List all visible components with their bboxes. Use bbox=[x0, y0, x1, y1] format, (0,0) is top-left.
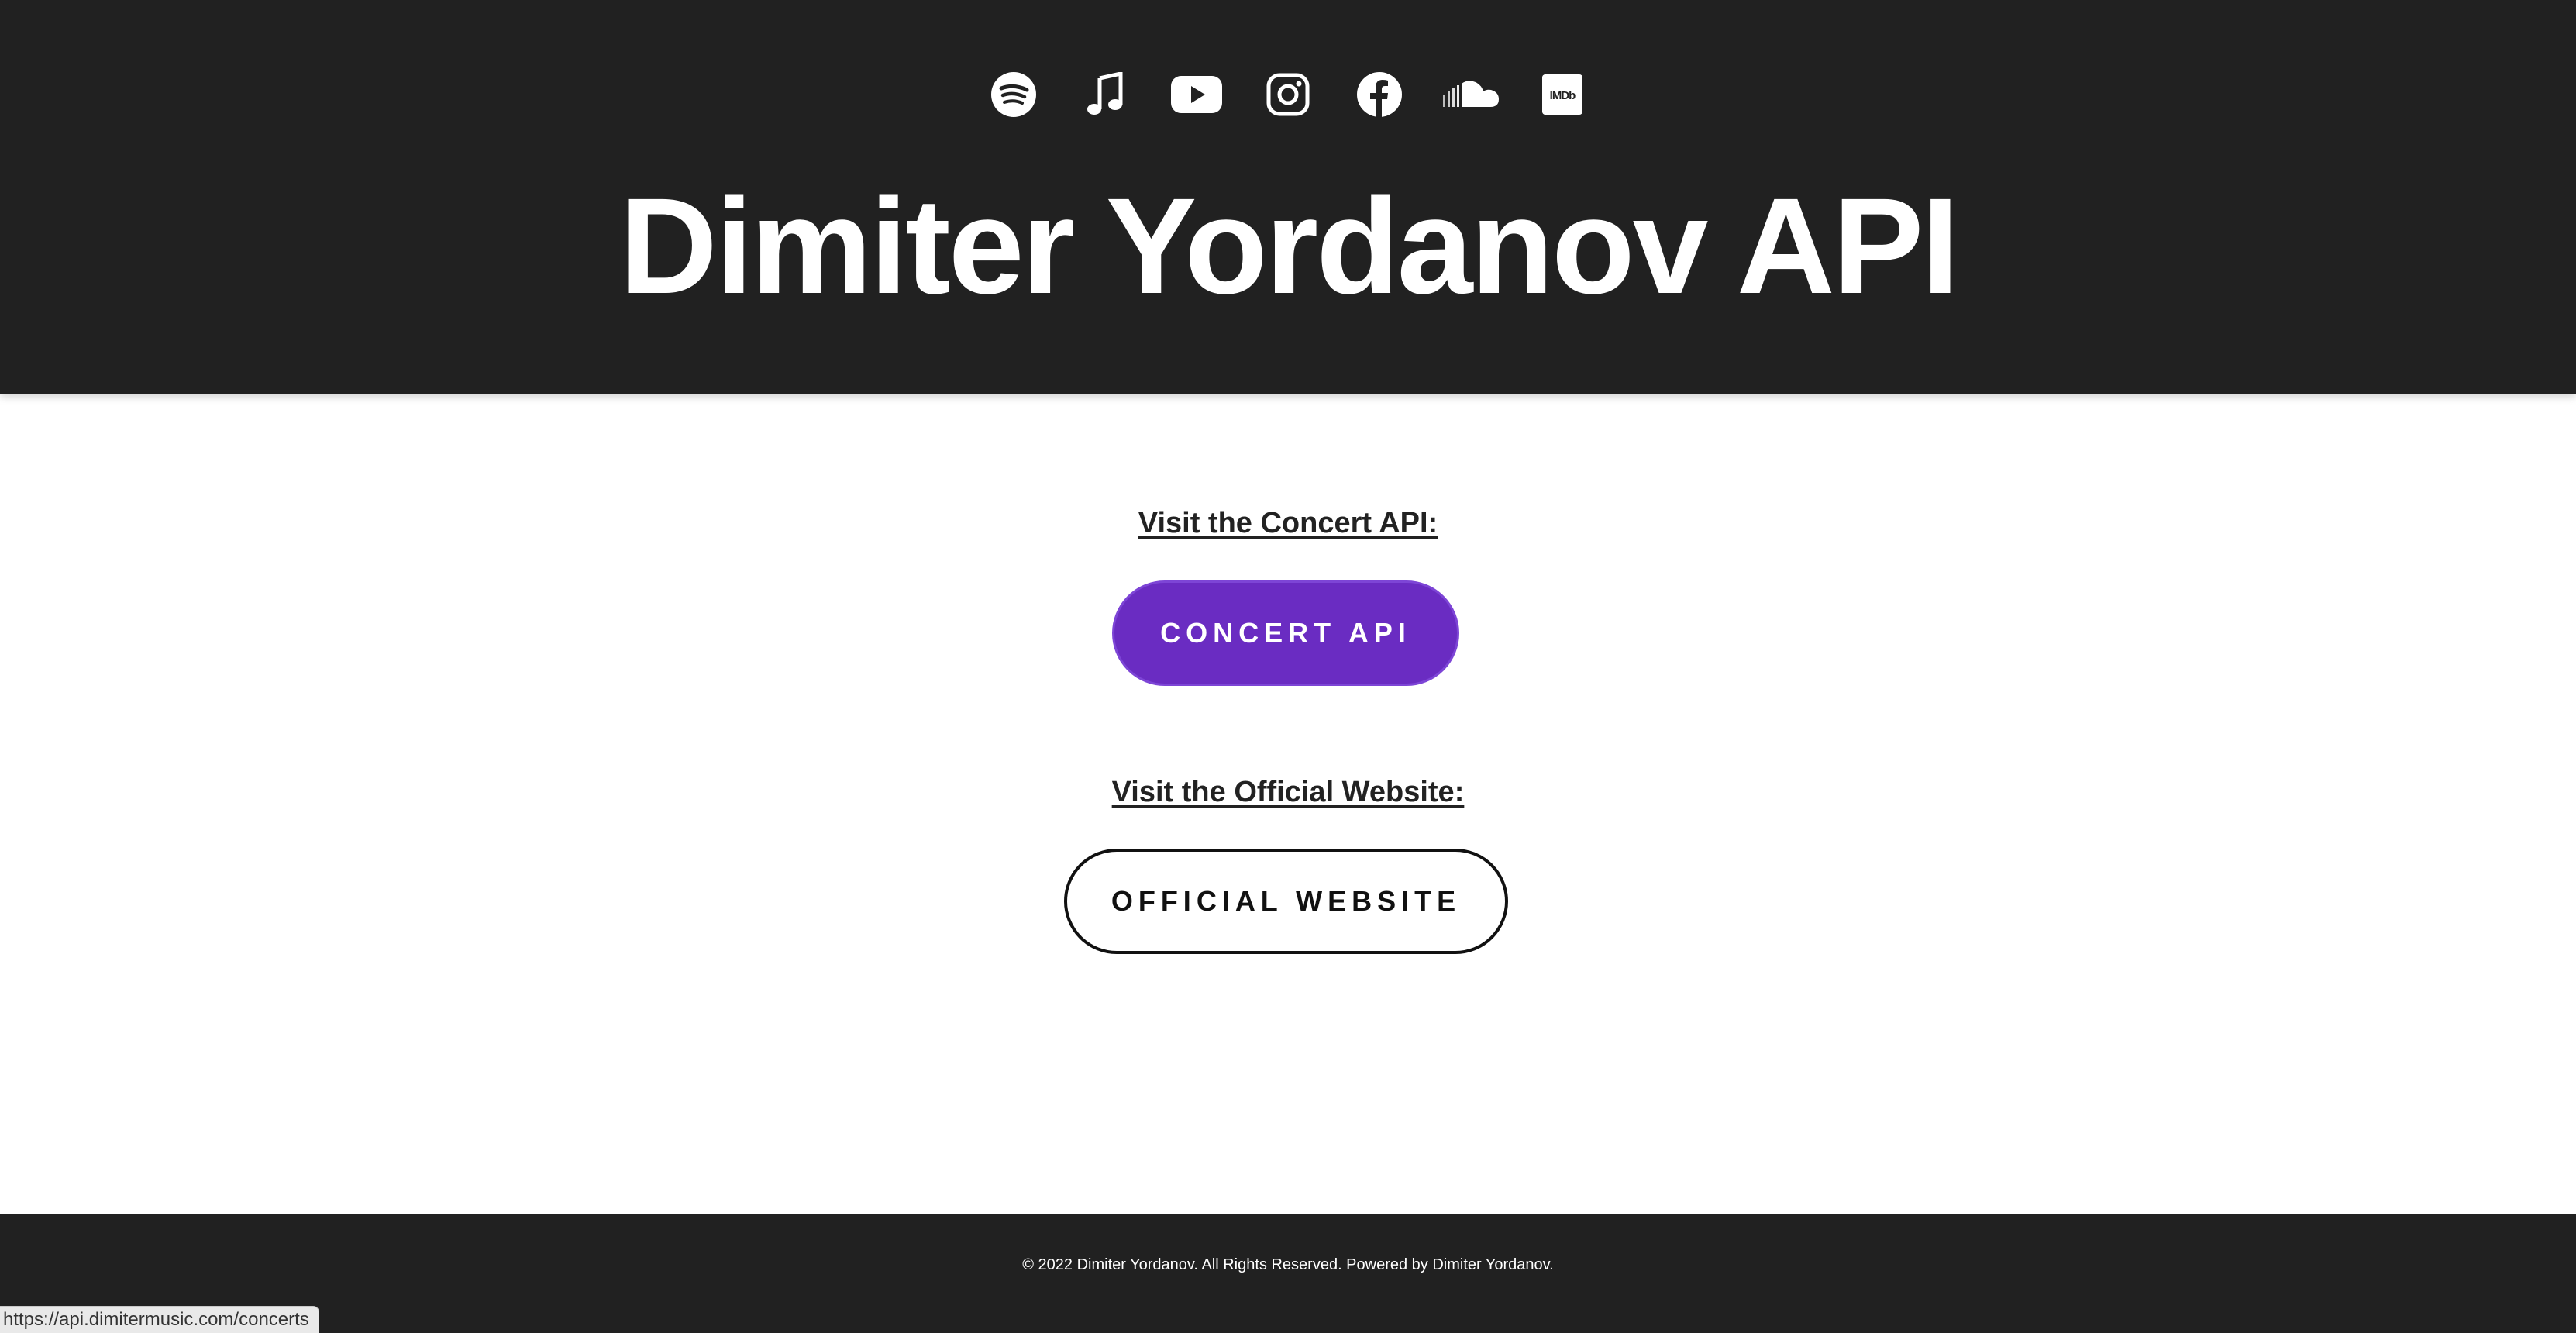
official-website-button[interactable]: OFFICIAL WEBSITE bbox=[1064, 849, 1508, 954]
site-header: IMDb Dimiter Yordanov API bbox=[0, 0, 2576, 394]
site-footer: © 2022 Dimiter Yordanov. All Rights Rese… bbox=[0, 1214, 2576, 1333]
page-title: Dimiter Yordanov API bbox=[618, 170, 1959, 322]
youtube-icon bbox=[1171, 76, 1222, 113]
imdb-link[interactable]: IMDb bbox=[1533, 65, 1592, 124]
concert-api-heading: Visit the Concert API: bbox=[1138, 507, 1438, 539]
instagram-link[interactable] bbox=[1259, 65, 1317, 124]
music-note-icon bbox=[1087, 72, 1123, 115]
concert-api-button[interactable]: CONCERT API bbox=[1112, 580, 1459, 686]
spotify-icon bbox=[991, 72, 1036, 117]
facebook-icon bbox=[1357, 72, 1402, 118]
social-links-bar: IMDb bbox=[0, 65, 2576, 124]
copyright-text: © 2022 Dimiter Yordanov. All Rights Rese… bbox=[1022, 1256, 1554, 1273]
imdb-icon-text: IMDb bbox=[1550, 89, 1576, 102]
apple-music-link[interactable] bbox=[1076, 65, 1135, 124]
link-preview-status-bar: https://api.dimitermusic.com/concerts bbox=[0, 1306, 319, 1333]
spotify-link[interactable] bbox=[984, 65, 1043, 124]
soundcloud-link[interactable] bbox=[1441, 65, 1500, 124]
official-website-heading: Visit the Official Website: bbox=[1111, 776, 1465, 808]
youtube-link[interactable] bbox=[1167, 65, 1226, 124]
soundcloud-icon bbox=[1443, 81, 1499, 107]
instagram-icon bbox=[1266, 73, 1310, 116]
facebook-link[interactable] bbox=[1350, 65, 1409, 124]
imdb-icon: IMDb bbox=[1542, 74, 1582, 115]
